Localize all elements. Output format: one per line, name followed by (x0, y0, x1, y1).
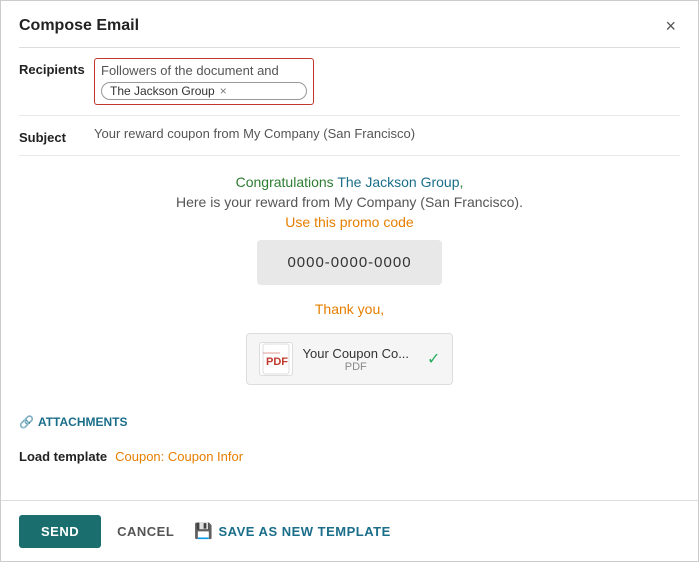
pdf-icon: PDF (259, 342, 293, 376)
congrats-text: Congratulations (236, 174, 338, 190)
promo-code-box: 0000-0000-0000 (19, 240, 680, 301)
subject-value: Your reward coupon from My Company (San … (94, 126, 415, 141)
recipients-line1: Followers of the document and (101, 63, 307, 78)
save-as-new-template-button[interactable]: 💾 SAVE AS NEW TEMPLATE (190, 513, 394, 549)
compose-email-dialog: Compose Email × Recipients Followers of … (0, 0, 699, 562)
recipient-tag[interactable]: The Jackson Group × (101, 82, 307, 100)
subject-label: Subject (19, 126, 94, 145)
attachment-check-icon: ✓ (427, 349, 440, 369)
subject-row: Subject Your reward coupon from My Compa… (19, 116, 680, 156)
attachments-icon: 🔗 (19, 415, 34, 429)
recipients-row: Recipients Followers of the document and… (19, 48, 680, 116)
attachment-item[interactable]: PDF Your Coupon Co... PDF ✓ (246, 333, 454, 385)
recipients-label: Recipients (19, 58, 94, 77)
load-template-value[interactable]: Coupon: Coupon Infor (115, 449, 243, 464)
load-template-label: Load template (19, 449, 107, 464)
attachments-label: ATTACHMENTS (38, 415, 128, 429)
here-is-line: Here is your reward from My Company (San… (19, 194, 680, 210)
dialog-body: Recipients Followers of the document and… (1, 48, 698, 500)
attachment-name: Your Coupon Co... (303, 346, 409, 361)
attachments-link[interactable]: 🔗 ATTACHMENTS (19, 415, 128, 429)
cancel-button[interactable]: CANCEL (113, 515, 178, 548)
recipients-field[interactable]: Followers of the document and The Jackso… (94, 58, 314, 105)
svg-text:PDF: PDF (266, 356, 288, 368)
company-link[interactable]: The Jackson Group (337, 174, 459, 190)
attachment-info: Your Coupon Co... PDF (303, 346, 409, 373)
load-template-row: Load template Coupon: Coupon Infor (19, 441, 680, 474)
dialog-header: Compose Email × (1, 1, 698, 47)
dialog-title: Compose Email (19, 17, 139, 35)
attachments-link-row: 🔗 ATTACHMENTS (19, 407, 680, 441)
send-button[interactable]: SEND (19, 515, 101, 548)
recipient-tag-text: The Jackson Group (110, 84, 215, 98)
save-label: SAVE AS NEW TEMPLATE (218, 524, 390, 539)
attachment-type: PDF (303, 361, 409, 373)
recipients-box: Followers of the document and The Jackso… (94, 58, 314, 105)
email-body: Congratulations The Jackson Group, Here … (19, 156, 680, 407)
use-this-line: Use this promo code (19, 214, 680, 230)
save-icon: 💾 (194, 522, 213, 540)
thank-you-line: Thank you, (19, 301, 680, 317)
promo-code: 0000-0000-0000 (257, 240, 441, 285)
congrats-line: Congratulations The Jackson Group, (19, 174, 680, 190)
dialog-footer: SEND CANCEL 💾 SAVE AS NEW TEMPLATE (1, 500, 698, 561)
remove-recipient-icon[interactable]: × (220, 84, 227, 98)
close-button[interactable]: × (661, 15, 680, 37)
